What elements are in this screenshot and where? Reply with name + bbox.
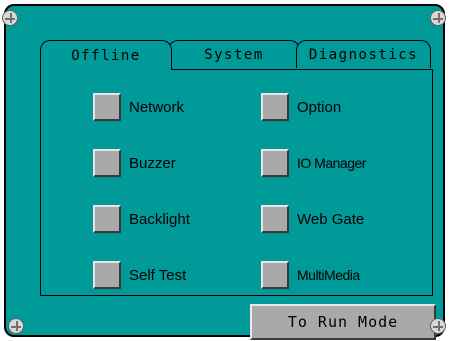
- io-manager-checkbox[interactable]: [261, 149, 289, 177]
- tab-offline-label: Offline: [71, 47, 141, 64]
- network-checkbox[interactable]: [93, 93, 121, 121]
- tab-offline[interactable]: Offline: [40, 40, 172, 70]
- self-test-label: Self Test: [129, 266, 187, 284]
- option-checkbox[interactable]: [261, 93, 289, 121]
- buzzer-label: Buzzer: [129, 154, 176, 172]
- tab-system-label: System: [204, 46, 264, 63]
- multimedia-checkbox[interactable]: [261, 261, 289, 289]
- network-label: Network: [129, 98, 185, 116]
- screw-icon: [2, 10, 18, 26]
- multimedia-label: MultiMedia: [297, 267, 360, 283]
- to-run-mode-button[interactable]: To Run Mode: [250, 304, 436, 340]
- option-option[interactable]: Option: [261, 93, 341, 121]
- option-buzzer[interactable]: Buzzer: [93, 149, 176, 177]
- offline-panel: Network Buzzer Backlight Self Test Optio…: [40, 69, 433, 296]
- option-multimedia[interactable]: MultiMedia: [261, 261, 360, 289]
- web-gate-label: Web Gate: [297, 210, 365, 228]
- to-run-mode-label: To Run Mode: [287, 313, 399, 331]
- option-label: Option: [297, 98, 342, 116]
- tab-system[interactable]: System: [168, 40, 300, 68]
- option-backlight[interactable]: Backlight: [93, 205, 190, 233]
- self-test-checkbox[interactable]: [93, 261, 121, 289]
- option-io-manager[interactable]: IO Manager: [261, 149, 366, 177]
- option-self-test[interactable]: Self Test: [93, 261, 186, 289]
- backlight-checkbox[interactable]: [93, 205, 121, 233]
- option-web-gate[interactable]: Web Gate: [261, 205, 364, 233]
- io-manager-label: IO Manager: [297, 155, 366, 171]
- screw-icon: [430, 318, 446, 334]
- tab-diagnostics[interactable]: Diagnostics: [296, 40, 431, 68]
- screw-icon: [430, 10, 446, 26]
- screw-icon: [8, 318, 24, 334]
- backlight-label: Backlight: [129, 210, 190, 228]
- hmi-screen: Offline System Diagnostics Network Buzze…: [4, 4, 445, 340]
- web-gate-checkbox[interactable]: [261, 205, 289, 233]
- tab-diagnostics-label: Diagnostics: [308, 46, 419, 63]
- buzzer-checkbox[interactable]: [93, 149, 121, 177]
- option-network[interactable]: Network: [93, 93, 184, 121]
